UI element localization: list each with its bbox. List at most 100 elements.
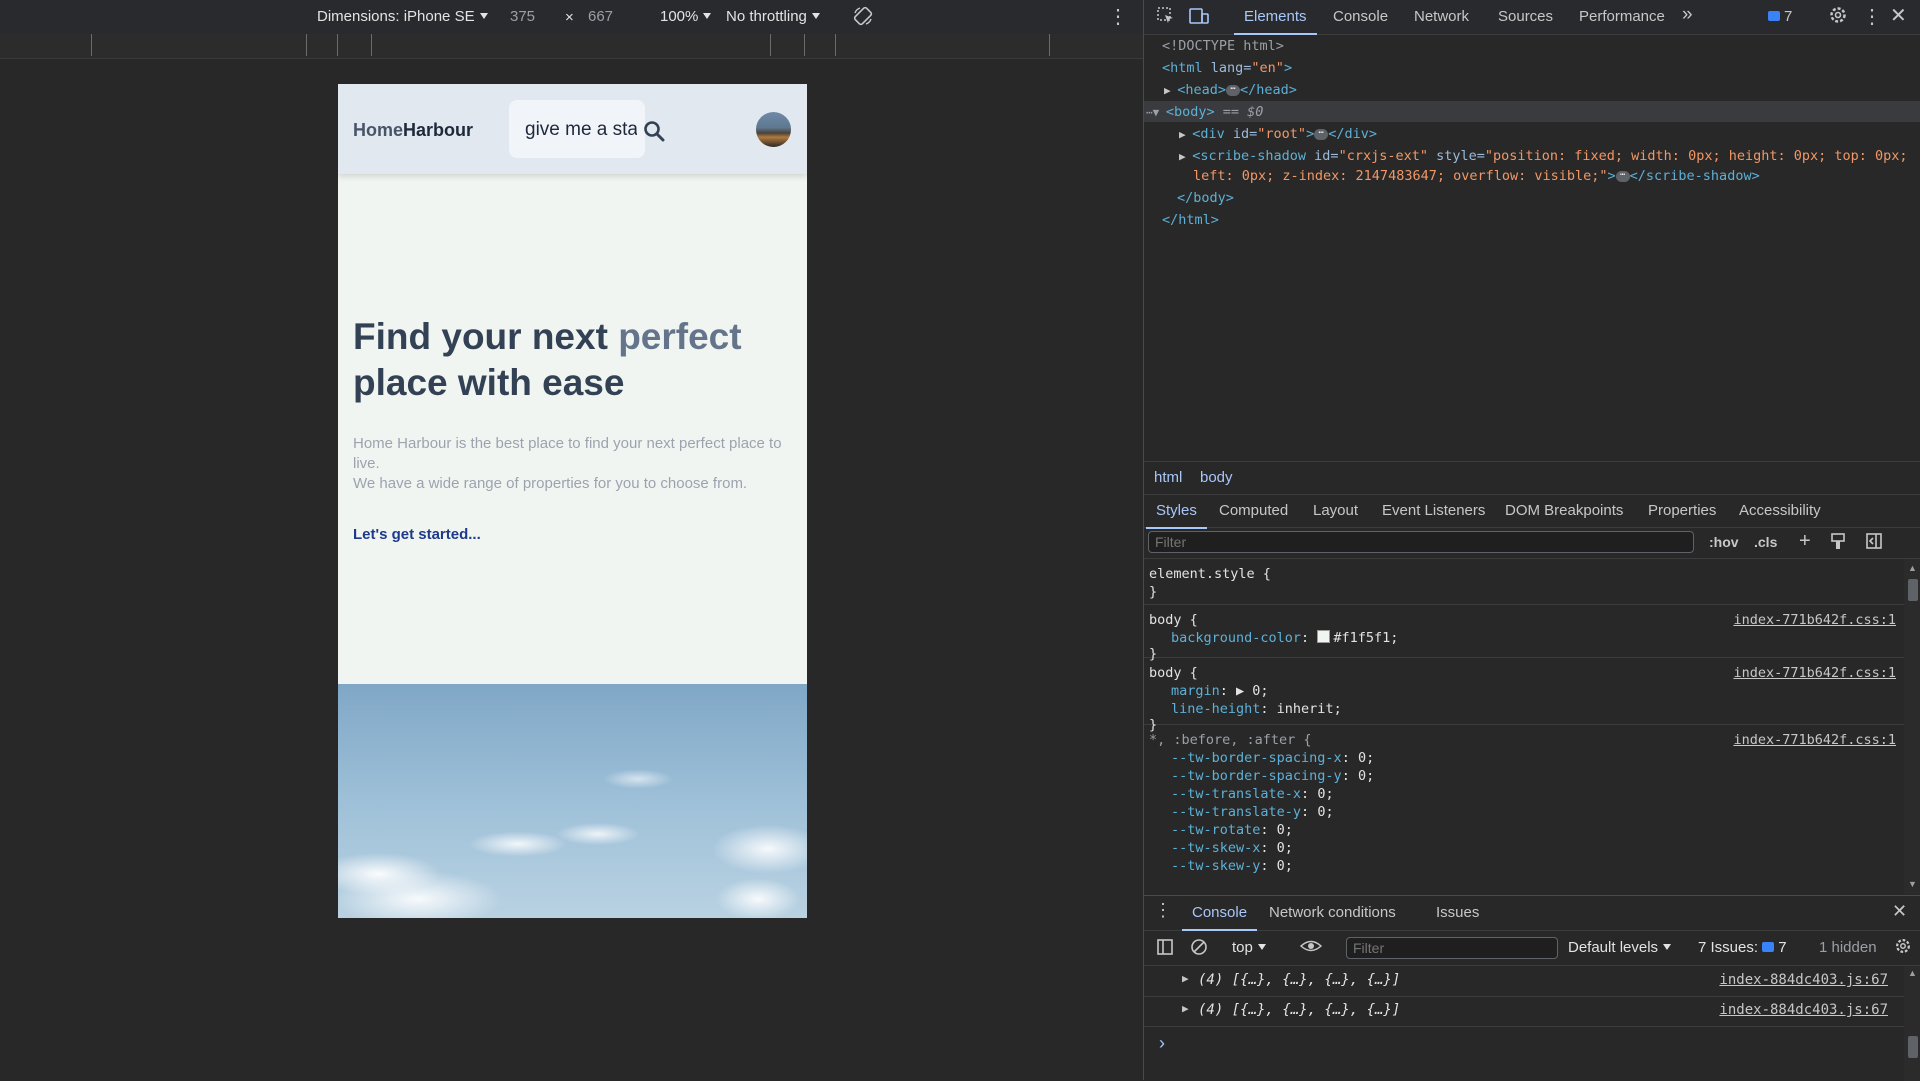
drawer-tab-console[interactable]: Console: [1181, 904, 1258, 931]
log-source-link[interactable]: index-884dc403.js:67: [1719, 972, 1888, 988]
tab-network[interactable]: Network: [1414, 8, 1469, 25]
hero-title-end: place with ease: [353, 362, 625, 403]
close-drawer-icon[interactable]: ✕: [1892, 901, 1907, 922]
rule-declaration[interactable]: --tw-rotate: 0;: [1171, 821, 1293, 839]
tab-performance[interactable]: Performance: [1579, 8, 1665, 25]
get-started-link[interactable]: Let's get started...: [353, 526, 481, 543]
customize-menu-icon[interactable]: ⋮: [1862, 4, 1882, 29]
tab-layout[interactable]: Layout: [1313, 502, 1358, 519]
tab-styles[interactable]: Styles: [1146, 502, 1207, 529]
tab-computed[interactable]: Computed: [1219, 502, 1288, 519]
console-prompt[interactable]: ›: [1159, 1033, 1165, 1054]
tab-elements[interactable]: Elements: [1234, 8, 1316, 35]
device-toggle-icon[interactable]: [1188, 6, 1210, 31]
color-swatch[interactable]: [1317, 630, 1331, 643]
dom-html[interactable]: <html lang="en">: [1162, 58, 1292, 80]
clear-console-icon[interactable]: [1190, 938, 1208, 961]
rule-source-link[interactable]: index-771b642f.css:1: [1733, 664, 1896, 682]
rule-selector: *, :before, :after {: [1149, 732, 1312, 748]
search-icon[interactable]: [643, 120, 665, 142]
toggle-sidebar-icon[interactable]: [1865, 532, 1883, 555]
drawer-tab-issues[interactable]: Issues: [1436, 904, 1479, 921]
new-rule-icon[interactable]: +: [1799, 530, 1811, 553]
rotate-icon[interactable]: [852, 5, 874, 31]
search-box: [509, 100, 665, 158]
devtools-tabbar: Elements Console Network Sources Perform…: [1144, 0, 1920, 35]
hero-description: Home Harbour is the best place to find y…: [353, 434, 793, 494]
rule-declaration[interactable]: background-color: #f1f5f1;: [1171, 629, 1398, 647]
tab-event-listeners[interactable]: Event Listeners: [1382, 502, 1485, 519]
paint-brush-icon[interactable]: [1830, 532, 1846, 555]
inspect-element-icon[interactable]: [1156, 6, 1176, 31]
message-icon: [1768, 11, 1780, 21]
rule-body-margin: body { index-771b642f.css:1 margin: ▶ 0;…: [1144, 658, 1904, 733]
media-query-ruler: [0, 34, 1143, 59]
breadcrumb-html[interactable]: html: [1154, 469, 1182, 486]
log-levels-select[interactable]: Default levels: [1568, 939, 1671, 956]
tab-dom-breakpoints[interactable]: DOM Breakpoints: [1505, 502, 1623, 519]
tab-console[interactable]: Console: [1333, 8, 1388, 25]
rule-declaration[interactable]: --tw-translate-x: 0;: [1171, 785, 1334, 803]
hero-text-line1: Home Harbour is the best place to find y…: [353, 435, 782, 472]
devtools-panel: Elements Console Network Sources Perform…: [1143, 0, 1920, 1081]
site-logo[interactable]: HomeHarbour: [353, 120, 473, 141]
rule-declaration[interactable]: --tw-border-spacing-y: 0;: [1171, 767, 1374, 785]
zoom-select[interactable]: 100%: [660, 8, 711, 25]
console-settings-icon[interactable]: [1894, 937, 1912, 960]
elements-subtabs: Styles Computed Layout Event Listeners D…: [1144, 494, 1920, 529]
cls-toggle[interactable]: .cls: [1754, 534, 1777, 550]
dom-scribe-shadow[interactable]: ▶ <scribe-shadow id="crxjs-ext" style="p…: [1179, 146, 1908, 168]
rule-declaration[interactable]: --tw-border-spacing-x: 0;: [1171, 749, 1374, 767]
hov-toggle[interactable]: :hov: [1709, 534, 1739, 550]
dom-body[interactable]: ⋯▼ <body> == $0: [1146, 102, 1263, 124]
console-filter-input[interactable]: [1346, 937, 1558, 959]
console-log-row[interactable]: ▶ (4) [{…}, {…}, {…}, {…}] index-884dc40…: [1144, 996, 1904, 1027]
rule-declaration[interactable]: --tw-skew-x: 0;: [1171, 839, 1293, 857]
rule-source-link[interactable]: index-771b642f.css:1: [1733, 611, 1896, 629]
dom-doctype: <!DOCTYPE html>: [1162, 38, 1284, 54]
expand-triangle-icon[interactable]: ▶: [1182, 972, 1189, 985]
drawer-tab-network-conditions[interactable]: Network conditions: [1269, 904, 1396, 921]
breadcrumb-body[interactable]: body: [1200, 469, 1233, 486]
drawer-menu-icon[interactable]: ⋮: [1154, 900, 1172, 921]
device-select[interactable]: Dimensions: iPhone SE: [317, 8, 488, 25]
more-options-icon[interactable]: ⋮: [1108, 4, 1128, 29]
console-scrollbar[interactable]: ▲: [1904, 966, 1920, 1081]
tab-accessibility[interactable]: Accessibility: [1739, 502, 1821, 519]
rule-declaration[interactable]: --tw-skew-y: 0;: [1171, 857, 1293, 875]
rule-declaration[interactable]: --tw-translate-y: 0;: [1171, 803, 1334, 821]
search-input[interactable]: [525, 117, 637, 143]
console-drawer: ⋮ Console Network conditions Issues ✕ to…: [1144, 895, 1920, 1081]
console-log-row[interactable]: ▶ (4) [{…}, {…}, {…}, {…}] index-884dc40…: [1144, 966, 1904, 997]
context-select[interactable]: top: [1232, 939, 1266, 956]
more-tabs-icon[interactable]: »: [1682, 4, 1693, 26]
sidebar-icon[interactable]: [1156, 938, 1174, 961]
close-devtools-icon[interactable]: ✕: [1890, 3, 1907, 28]
width-input[interactable]: 375: [510, 8, 535, 25]
settings-gear-icon[interactable]: [1828, 5, 1848, 30]
styles-filter-input[interactable]: [1148, 531, 1694, 553]
dom-div-root[interactable]: ▶ <div id="root"> ⋯ </div>: [1179, 124, 1377, 146]
issues-link[interactable]: 7 Issues: 7: [1698, 939, 1787, 956]
tab-properties[interactable]: Properties: [1648, 502, 1716, 519]
throttling-select[interactable]: No throttling: [726, 8, 820, 25]
issues-counter[interactable]: 7: [1768, 8, 1792, 25]
height-input[interactable]: 667: [588, 8, 613, 25]
dom-head[interactable]: ▶ <head> ⋯ </head>: [1164, 80, 1297, 102]
rule-universal: *, :before, :after { index-771b642f.css:…: [1144, 725, 1904, 894]
rule-declaration[interactable]: line-height: inherit;: [1171, 700, 1342, 718]
hero-image: [338, 684, 807, 918]
rule-declaration[interactable]: margin: ▶ 0;: [1171, 682, 1269, 700]
dom-scribe-shadow-cont: left: 0px; z-index: 2147483647; overflow…: [1193, 168, 1760, 184]
rule-source-link[interactable]: index-771b642f.css:1: [1733, 731, 1896, 749]
hidden-count: 1 hidden: [1819, 939, 1877, 956]
live-expression-eye-icon[interactable]: [1299, 937, 1323, 960]
styles-scrollbar[interactable]: ▲ ▼: [1904, 559, 1920, 894]
log-source-link[interactable]: index-884dc403.js:67: [1719, 1002, 1888, 1018]
drawer-tabbar: ⋮ Console Network conditions Issues ✕: [1144, 896, 1920, 931]
expand-triangle-icon[interactable]: ▶: [1182, 1002, 1189, 1015]
avatar[interactable]: [756, 112, 791, 147]
breadcrumb: html body: [1144, 461, 1920, 495]
hero-title-accent: perfect: [618, 316, 742, 357]
tab-sources[interactable]: Sources: [1498, 8, 1553, 25]
